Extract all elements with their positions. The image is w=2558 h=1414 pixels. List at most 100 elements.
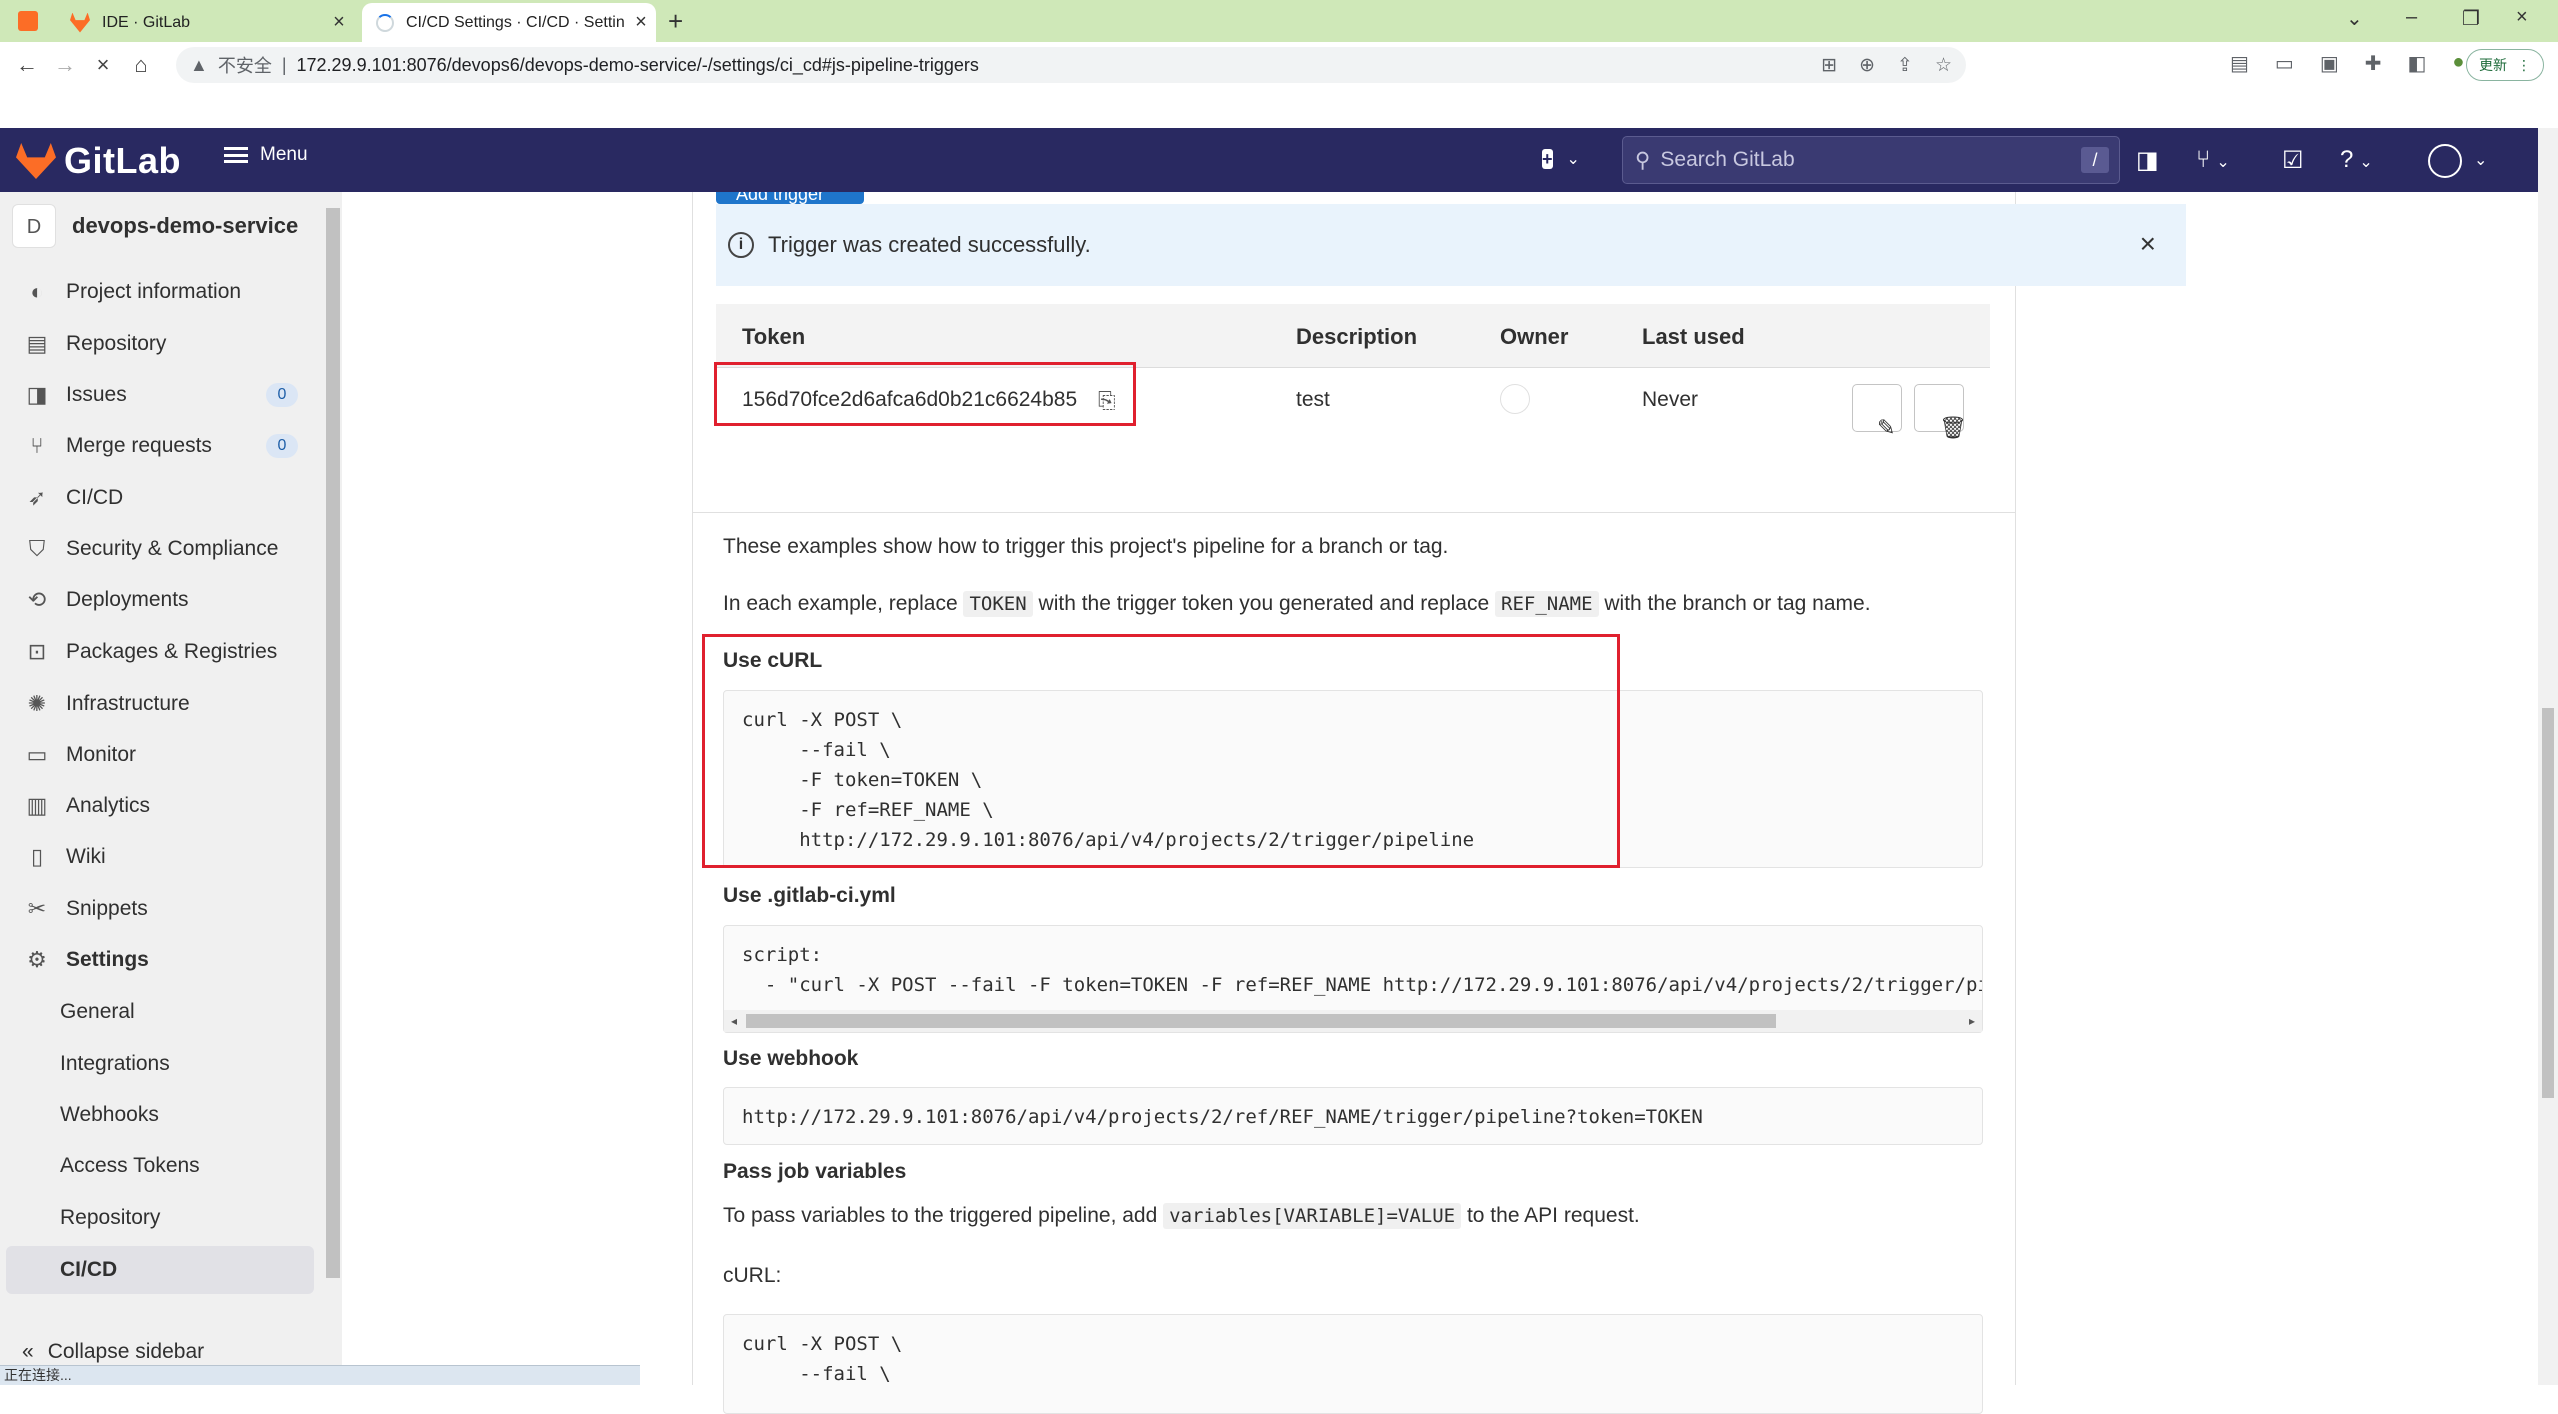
extension-image-icon[interactable]: ▣: [2320, 51, 2339, 76]
issues-icon[interactable]: ◨: [2136, 146, 2159, 175]
collapse-sidebar-button[interactable]: « Collapse sidebar: [22, 1340, 204, 1364]
sidebar-item-snippets[interactable]: ✂ Snippets: [0, 885, 316, 933]
security-warning-icon[interactable]: ▲: [190, 55, 208, 76]
package-icon: ⊡: [27, 639, 47, 664]
chevron-down-icon[interactable]: ⌄: [2474, 150, 2487, 170]
replace-instructions: In each example, replace TOKEN with the …: [723, 591, 1871, 617]
document-icon: ▤: [26, 331, 48, 356]
todo-checkbox-icon[interactable]: ☑: [2282, 146, 2304, 175]
issues-icon: ◨: [26, 382, 48, 407]
address-bar[interactable]: ▲ 不安全 | 172.29.9.101:8076/devops6/devops…: [176, 47, 1966, 83]
tab-search-chevron-icon[interactable]: ⌄: [2346, 6, 2363, 31]
security-label[interactable]: 不安全: [218, 52, 272, 78]
sidebar-item-monitor[interactable]: ▭ Monitor: [0, 731, 316, 779]
new-tab-icon[interactable]: +: [668, 6, 683, 37]
issues-count-badge: 0: [266, 383, 298, 407]
cloud-gear-icon: ✺: [27, 691, 47, 716]
zoom-icon[interactable]: ⊕: [1859, 54, 1875, 77]
page-scrollbar[interactable]: [2538, 128, 2558, 1385]
sidebar-subitem-access-tokens[interactable]: Access Tokens: [0, 1142, 316, 1190]
sidebar-subitem-cicd[interactable]: CI/CD: [6, 1246, 314, 1294]
project-header[interactable]: D devops-demo-service: [12, 204, 298, 248]
page-scroll-thumb[interactable]: [2542, 708, 2554, 1098]
sidebar-item-security-compliance[interactable]: ⛉ Security & Compliance: [0, 525, 316, 573]
tab-close-icon[interactable]: ×: [324, 11, 354, 34]
minimize-icon[interactable]: –: [2406, 6, 2417, 29]
trash-icon: 🗑: [1939, 415, 1967, 440]
column-header-description: Description: [1296, 324, 1418, 349]
extension-reader-icon[interactable]: ▤: [2230, 51, 2249, 76]
scroll-left-icon[interactable]: ◂: [724, 1010, 744, 1032]
extension-screen-icon[interactable]: ▭: [2275, 51, 2294, 76]
edit-trigger-button[interactable]: ✎: [1852, 384, 1902, 440]
forward-icon[interactable]: →: [46, 52, 84, 78]
sidebar-subitem-webhooks[interactable]: Webhooks: [0, 1091, 316, 1139]
alert-message: Trigger was created successfully.: [768, 232, 1091, 257]
browser-toolbar: ← → × ⌂ ▲ 不安全 | 172.29.9.101:8076/devops…: [0, 42, 2558, 88]
sidebar-subitem-integrations[interactable]: Integrations: [0, 1040, 316, 1088]
sidebar-item-label: Issues: [66, 383, 127, 406]
code-horizontal-scrollbar[interactable]: ◂ ▸: [724, 1010, 1982, 1032]
scroll-right-icon[interactable]: ▸: [1962, 1010, 1982, 1032]
sidebar-subitem-general[interactable]: General: [0, 988, 316, 1036]
sidebar-item-deployments[interactable]: ⟲ Deployments: [0, 576, 316, 624]
share-icon[interactable]: ⇪: [1897, 54, 1913, 77]
sidebar-scrollbar[interactable]: [326, 200, 340, 1280]
menu-label: Menu: [260, 144, 308, 165]
ref-name-code: REF_NAME: [1495, 591, 1599, 617]
window-close-icon[interactable]: ×: [2516, 6, 2528, 29]
sidebar-item-issues[interactable]: ◨ Issues 0: [0, 371, 316, 419]
bookmark-star-icon[interactable]: ☆: [1935, 54, 1952, 77]
gitlab-home-link[interactable]: GitLab: [16, 140, 181, 182]
url-text[interactable]: 172.29.9.101:8076/devops6/devops-demo-se…: [297, 55, 979, 76]
sidebar-item-wiki[interactable]: ▯ Wiki: [0, 833, 316, 881]
profile-icon[interactable]: ●: [2452, 51, 2464, 76]
pass-variables-heading: Pass job variables: [723, 1160, 907, 1183]
token-highlight-box: [714, 362, 1136, 426]
hamburger-icon: [224, 147, 248, 163]
sidebar-item-infrastructure[interactable]: ✺ Infrastructure: [0, 680, 316, 728]
sidebar-item-label: Wiki: [66, 845, 106, 868]
sidebar-item-settings[interactable]: ⚙ Settings: [0, 936, 316, 984]
sidebar-subitem-repository[interactable]: Repository: [0, 1194, 316, 1242]
sidebar-item-merge-requests[interactable]: ⑂ Merge requests 0: [0, 422, 316, 470]
merge-requests-icon[interactable]: ⑂ ⌄: [2196, 146, 2230, 174]
owner-avatar[interactable]: [1500, 384, 1530, 414]
sidebar-item-label: Analytics: [66, 794, 151, 817]
code-scroll-thumb[interactable]: [746, 1014, 1776, 1028]
sidebar-item-repository[interactable]: ▤ Repository: [0, 320, 316, 368]
restore-icon[interactable]: ❐: [2462, 6, 2480, 31]
sidebar-item-label: Merge requests: [66, 434, 212, 457]
delete-trigger-button[interactable]: 🗑: [1914, 384, 1967, 440]
user-avatar[interactable]: [2428, 144, 2462, 178]
browser-tab-ide[interactable]: IDE · GitLab ×: [60, 3, 354, 42]
collapse-label: Collapse sidebar: [47, 1340, 205, 1363]
create-new-button[interactable]: + ⌄: [1542, 146, 1580, 172]
sidebar-item-label: Infrastructure: [66, 692, 190, 715]
tab-close-icon[interactable]: ×: [626, 11, 656, 34]
search-input[interactable]: ⚲ Search GitLab /: [1622, 136, 2120, 184]
rocket-icon: ➶: [27, 485, 47, 510]
menu-button[interactable]: Menu: [224, 144, 308, 166]
browser-status-text: 正在连接...: [0, 1365, 640, 1385]
dismiss-alert-icon[interactable]: ×: [2140, 228, 2156, 260]
extensions-puzzle-icon[interactable]: ✚: [2365, 51, 2382, 76]
sidebar-item-project-information[interactable]: ◐ Project information: [0, 268, 316, 316]
browser-update-button[interactable]: 更新 ⋮: [2466, 49, 2544, 81]
sidebar-scroll-thumb[interactable]: [326, 208, 340, 1278]
stop-loading-icon[interactable]: ×: [84, 52, 122, 78]
translate-icon[interactable]: ⊞: [1821, 54, 1837, 77]
loading-spinner-icon: [376, 13, 394, 32]
browser-tab-cicd-settings[interactable]: CI/CD Settings · CI/CD · Settin ×: [362, 3, 656, 42]
update-label: 更新: [2479, 57, 2507, 73]
home-icon[interactable]: ⌂: [122, 52, 160, 78]
intro-text: These examples show how to trigger this …: [723, 535, 1449, 558]
sidebar-item-cicd[interactable]: ➶ CI/CD: [0, 474, 316, 522]
side-panel-icon[interactable]: ◧: [2407, 51, 2426, 76]
back-icon[interactable]: ←: [8, 52, 46, 78]
variables-curl-code-block: curl -X POST \ --fail \: [723, 1314, 1983, 1414]
sidebar-item-analytics[interactable]: ▥ Analytics: [0, 782, 316, 830]
sidebar-item-packages-registries[interactable]: ⊡ Packages & Registries: [0, 628, 316, 676]
help-icon[interactable]: ? ⌄: [2340, 146, 2373, 174]
add-trigger-button[interactable]: Add trigger: [716, 192, 864, 204]
